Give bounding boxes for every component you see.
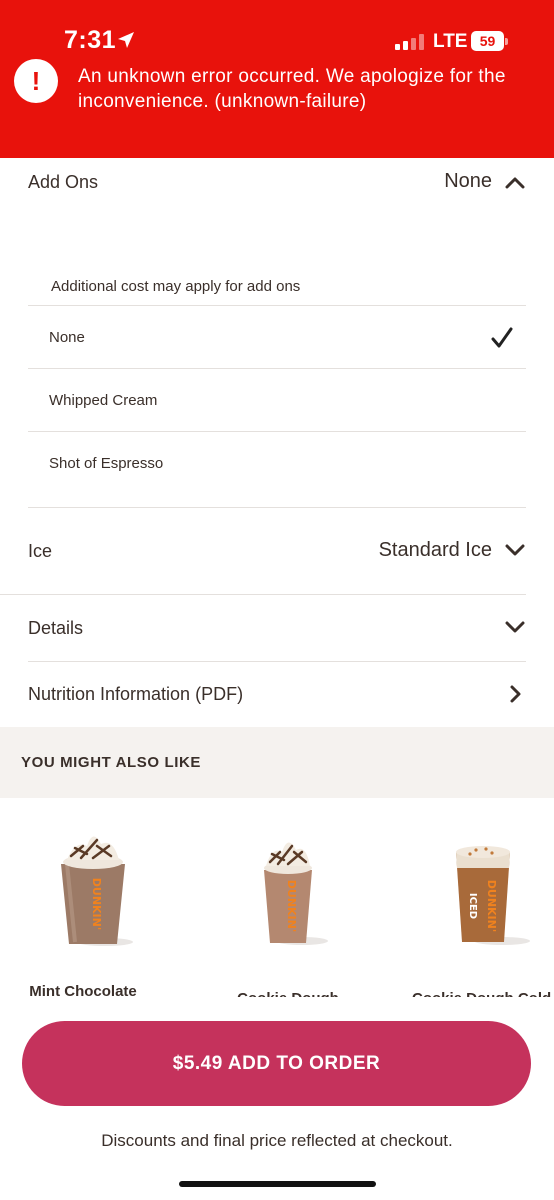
ice-row[interactable]: Ice Standard Ice <box>28 508 526 594</box>
addon-option-label: Whipped Cream <box>49 392 158 409</box>
exclamation-icon: ! <box>14 59 58 103</box>
recommendations-title: YOU MIGHT ALSO LIKE <box>21 754 202 771</box>
chevron-down-icon <box>505 621 525 633</box>
error-message: An unknown error occurred. We apologize … <box>78 66 506 112</box>
nutrition-info-label: Nutrition Information (PDF) <box>28 684 244 704</box>
iced-coffee-image: ICED DUNKIN' <box>456 846 530 945</box>
home-indicator[interactable] <box>179 1181 376 1187</box>
network-type: LTE <box>433 31 468 52</box>
addon-option-whipped-cream[interactable]: Whipped Cream <box>28 368 526 431</box>
ice-label: Ice <box>28 541 53 561</box>
battery-icon: 59 <box>471 31 509 51</box>
brand-label: DUNKIN' <box>485 880 498 932</box>
add-ons-label: Add Ons <box>28 172 99 192</box>
details-row[interactable]: Details <box>28 595 526 661</box>
error-banner: 7:31 LTE 59 ! An unknown error occurred.… <box>0 0 554 158</box>
brand-label: DUNKIN' <box>285 880 298 932</box>
iced-badge: ICED <box>467 893 478 919</box>
ice-value: Standard Ice <box>378 539 492 561</box>
brand-label: DUNKIN' <box>90 878 103 930</box>
add-ons-row[interactable]: Add Ons None <box>28 158 526 208</box>
addon-option-label: Shot of Espresso <box>49 455 164 472</box>
location-arrow-icon <box>118 32 134 48</box>
chevron-down-icon <box>505 544 525 556</box>
chevron-right-icon <box>510 685 521 703</box>
product-card-cookie-dough-cold[interactable]: ICED DUNKIN' Cookie Dough Cold <box>398 820 554 1000</box>
product-card-mint-chocolate[interactable]: DUNKIN' Mint Chocolate <box>6 820 176 1000</box>
nutrition-info-row[interactable]: Nutrition Information (PDF) <box>28 662 526 726</box>
details-label: Details <box>28 618 84 638</box>
checkout-note: Discounts and final price reflected at c… <box>101 1131 453 1150</box>
frozen-drink-image: DUNKIN' <box>264 842 328 945</box>
add-to-order-button[interactable]: $5.49 ADD TO ORDER <box>22 1021 531 1106</box>
status-bar: 7:31 LTE 59 <box>0 0 554 58</box>
add-ons-value: None <box>444 170 492 192</box>
product-card-cookie-dough[interactable]: DUNKIN' Cookie Dough <box>203 820 373 1000</box>
chevron-up-icon <box>505 177 525 189</box>
addon-option-label: None <box>49 329 85 346</box>
frozen-drink-image: DUNKIN' <box>61 836 133 946</box>
addon-option-shot-of-espresso[interactable]: Shot of Espresso <box>28 431 526 494</box>
checkmark-icon <box>491 327 513 348</box>
recommendations-header: YOU MIGHT ALSO LIKE <box>0 727 554 798</box>
cellular-signal-icon <box>395 34 425 50</box>
add-ons-note: Additional cost may apply for add ons <box>51 278 301 295</box>
status-time: 7:31 <box>64 26 117 54</box>
addon-option-none[interactable]: None <box>28 305 526 368</box>
battery-level: 59 <box>479 33 496 49</box>
order-footer: $5.49 ADD TO ORDER Discounts and final p… <box>0 997 554 1200</box>
